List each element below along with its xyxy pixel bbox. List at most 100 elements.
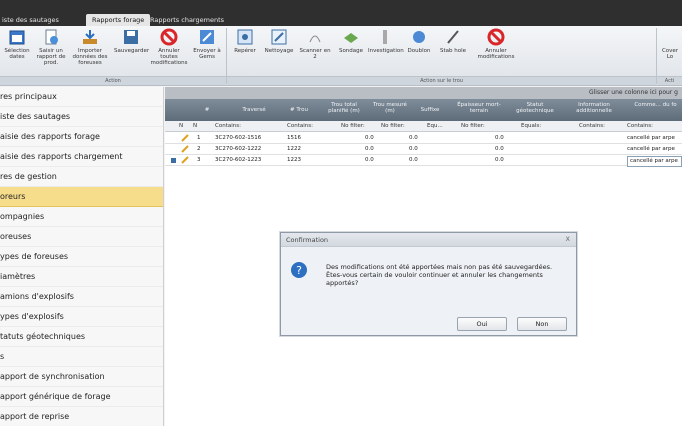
nav-item[interactable]: aisie des rapports forage <box>0 127 163 147</box>
filter-cell[interactable]: Contains: <box>215 122 241 131</box>
ribbon-group-other: Acti <box>657 76 682 85</box>
annuler-modifications-button[interactable]: Annuler modifications <box>470 28 522 60</box>
nav-item[interactable]: apport générique de forage <box>0 387 163 407</box>
reperer-button[interactable]: Repérer <box>228 28 262 54</box>
cell-traverse[interactable]: 3C270-602-1223 <box>215 156 261 165</box>
cell-mesure[interactable]: 0.0 <box>409 145 418 154</box>
nav-item[interactable]: aisie des rapports chargement <box>0 147 163 167</box>
filter-cell[interactable]: Equals: <box>521 122 541 131</box>
cell-traverse[interactable]: 3C270-602-1222 <box>215 145 261 154</box>
annuler-toutes-button[interactable]: Annuler toutes modifications <box>150 28 188 66</box>
filter-cell[interactable]: N <box>193 122 197 131</box>
edit-pencil-icon <box>181 145 189 153</box>
cell-traverse[interactable]: 3C270-602-1516 <box>215 134 261 143</box>
cancel-icon <box>160 28 178 46</box>
table-row-selected[interactable]: 3 3C270-602-1223 1223 0.0 0.0 0.0 cancel… <box>165 155 682 167</box>
selection-dates-button[interactable]: Sélection dates <box>0 28 34 60</box>
sondage-button[interactable]: Sondage <box>334 28 368 54</box>
calendar-icon <box>8 28 26 46</box>
cell-trou[interactable]: 1222 <box>287 145 301 154</box>
investigation-button[interactable]: Investigation <box>368 28 404 54</box>
nav-item[interactable]: ompagnies <box>0 207 163 227</box>
oui-button[interactable]: Oui <box>457 317 507 331</box>
column-header[interactable]: Traversé <box>229 107 279 113</box>
column-header[interactable]: # <box>201 107 213 113</box>
cell-mesure[interactable]: 0.0 <box>409 156 418 165</box>
column-header[interactable]: Information additionnelle <box>565 102 623 114</box>
nav-item[interactable]: ypes de foreuses <box>0 247 163 267</box>
clean-icon <box>270 28 288 46</box>
non-button[interactable]: Non <box>517 317 567 331</box>
tab-liste-sautages[interactable]: iste des sautages <box>2 14 59 26</box>
dialog-title: Confirmation <box>281 233 576 247</box>
cell-epaisseur[interactable]: 0.0 <box>495 156 504 165</box>
table-row[interactable]: 2 3C270-602-1222 1222 0.0 0.0 0.0 cancel… <box>165 144 682 155</box>
table-row[interactable]: 1 3C270-602-1516 1516 0.0 0.0 0.0 cancel… <box>165 133 682 144</box>
nav-item[interactable]: tatuts géotechniques <box>0 327 163 347</box>
cell-epaisseur[interactable]: 0.0 <box>495 134 504 143</box>
cell-planifie[interactable]: 0.0 <box>365 134 374 143</box>
tab-rapports-forage[interactable]: Rapports forage <box>86 14 151 26</box>
scanner-button[interactable]: Scanner en 2 <box>298 28 332 60</box>
nav-item[interactable]: apport de reprise <box>0 407 163 426</box>
nav-item[interactable]: oreuses <box>0 227 163 247</box>
importer-donnees-button[interactable]: Importer données des foreuses <box>70 28 110 66</box>
nettoyage-button[interactable]: Nettoyage <box>262 28 296 54</box>
column-header[interactable]: Comme... du fo <box>629 102 682 108</box>
ribbon-group-action: Action <box>0 76 226 85</box>
filter-cell[interactable]: Equ... <box>427 122 443 131</box>
nav-item[interactable]: iste des sautages <box>0 107 163 127</box>
envoyer-gems-button[interactable]: Envoyer à Gems <box>190 28 224 60</box>
ribbon-toolbar: Sélection dates Saisir un rapport de pro… <box>0 26 682 86</box>
cell-planifie[interactable]: 0.0 <box>365 145 374 154</box>
group-by-hint[interactable]: Glisser une colonne ici pour g <box>165 87 682 99</box>
cell-comment-editing[interactable]: cancellé par arpe <box>627 156 682 167</box>
filter-cell[interactable]: N <box>179 122 183 131</box>
nav-item[interactable]: res de gestion <box>0 167 163 187</box>
tab-rapports-chargements[interactable]: Rapports chargements <box>150 14 224 26</box>
nav-item[interactable]: apport de synchronisation <box>0 367 163 387</box>
column-header-row: # Traversé # Trou Trou total planifié (m… <box>165 99 682 121</box>
nav-item[interactable]: amions d'explosifs <box>0 287 163 307</box>
filter-cell[interactable]: No filter: <box>461 122 485 131</box>
column-header[interactable]: Suffixe <box>415 107 445 113</box>
cell-trou[interactable]: 1223 <box>287 156 301 165</box>
confirmation-dialog: Confirmation X ? Des modifications ont é… <box>280 232 577 336</box>
saisir-rapport-button[interactable]: Saisir un rapport de prod. <box>34 28 68 66</box>
column-header[interactable]: Statut géotechnique <box>509 102 561 114</box>
duplicate-icon <box>410 28 428 46</box>
filter-cell[interactable]: No filter: <box>341 122 365 131</box>
left-navigation: res principaux iste des sautages aisie d… <box>0 87 164 426</box>
doublon-button[interactable]: Doublon <box>402 28 436 54</box>
cover-icon <box>661 28 679 46</box>
column-header[interactable]: Trou total planifié (m) <box>325 102 363 114</box>
nav-item[interactable]: res principaux <box>0 87 163 107</box>
filter-cell[interactable]: Contains: <box>287 122 313 131</box>
nav-item[interactable]: iamètres <box>0 267 163 287</box>
nav-item[interactable]: ypes d'explosifs <box>0 307 163 327</box>
locate-icon <box>236 28 254 46</box>
column-header[interactable]: Épaisseur mort-terrain <box>455 102 503 114</box>
close-icon[interactable]: X <box>566 235 570 243</box>
svg-text:?: ? <box>296 264 302 277</box>
cell-comment[interactable]: cancellé par arpe <box>627 145 682 154</box>
question-icon: ? <box>291 262 307 278</box>
cell-comment[interactable]: cancellé par arpe <box>627 134 682 143</box>
column-header[interactable]: # Trou <box>283 107 315 113</box>
cell-trou[interactable]: 1516 <box>287 134 301 143</box>
filter-cell[interactable]: No filter: <box>381 122 405 131</box>
cell-mesure[interactable]: 0.0 <box>409 134 418 143</box>
filter-cell[interactable]: Contains: <box>627 122 653 131</box>
nav-item-selected[interactable]: oreurs <box>0 187 163 207</box>
filter-cell[interactable]: Contains: <box>579 122 605 131</box>
cell-num: 3 <box>197 157 201 163</box>
column-header[interactable]: Trou mesuré (m) <box>371 102 409 114</box>
nav-item[interactable]: s <box>0 347 163 367</box>
cover-button[interactable]: Cover Lo <box>658 28 682 60</box>
stab-hole-button[interactable]: Stab hole <box>436 28 470 54</box>
send-icon <box>198 28 216 46</box>
cell-epaisseur[interactable]: 0.0 <box>495 145 504 154</box>
cell-planifie[interactable]: 0.0 <box>365 156 374 165</box>
sauvegarder-button[interactable]: Sauvegarder <box>114 28 149 54</box>
scan-icon <box>306 28 324 46</box>
